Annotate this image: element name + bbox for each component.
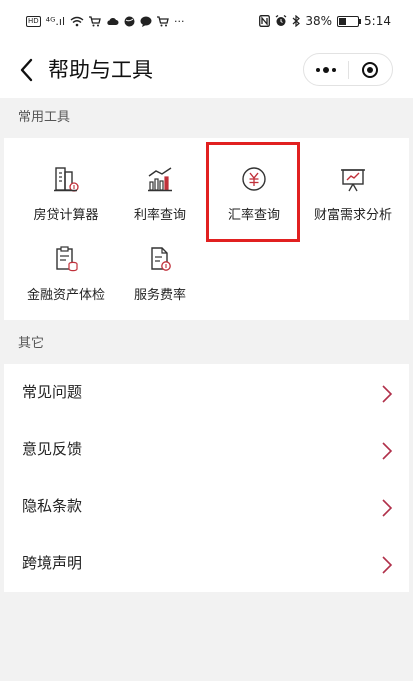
more-dots-icon bbox=[316, 66, 336, 73]
building-calculator-icon bbox=[54, 167, 79, 192]
list-item-label: 隐私条款 bbox=[22, 497, 83, 515]
bottom-empty-area bbox=[4, 592, 409, 681]
tool-asset-checkup[interactable]: 金融资产体检 bbox=[18, 244, 114, 324]
tool-label: 金融资产体检 bbox=[26, 288, 105, 303]
battery-icon bbox=[337, 15, 362, 27]
tool-service-fees[interactable]: 服务费率 bbox=[112, 244, 208, 324]
globe-icon bbox=[124, 16, 135, 26]
bluetooth-icon bbox=[292, 15, 301, 27]
nav-bar: 帮助与工具 bbox=[0, 42, 413, 98]
tool-label: 利率查询 bbox=[133, 208, 186, 223]
battery-percent: 38% bbox=[305, 14, 333, 28]
list-item-faq[interactable]: 常见问题 bbox=[4, 364, 409, 421]
alarm-icon bbox=[275, 15, 287, 26]
chevron-right-icon bbox=[382, 442, 393, 460]
highlight-box bbox=[206, 142, 300, 242]
list-item-feedback[interactable]: 意见反馈 bbox=[4, 421, 409, 478]
cloud-icon bbox=[107, 17, 119, 25]
chevron-right-icon bbox=[382, 499, 393, 517]
tool-label: 房贷计算器 bbox=[33, 208, 99, 223]
signal-icon: ⁴ᴳ.ıl bbox=[45, 14, 66, 28]
chevron-right-icon bbox=[382, 556, 393, 574]
chat-bubble-icon bbox=[140, 16, 152, 27]
other-section-header: 其它 bbox=[4, 324, 409, 364]
cart-icon-2 bbox=[157, 15, 169, 26]
document-fee-icon bbox=[151, 247, 171, 271]
clock-time: 5:14 bbox=[364, 14, 391, 28]
close-target-icon bbox=[362, 61, 379, 78]
cart-icon bbox=[89, 15, 101, 26]
tools-section-header: 常用工具 bbox=[4, 98, 409, 138]
wifi-icon bbox=[70, 16, 84, 26]
list-item-label: 常见问题 bbox=[22, 383, 83, 401]
chevron-right-icon bbox=[382, 385, 393, 403]
list-item-label: 意见反馈 bbox=[22, 440, 83, 458]
nfc-icon bbox=[259, 15, 271, 27]
close-mini-program-button[interactable] bbox=[349, 54, 392, 85]
status-right: 38% 5:14 bbox=[259, 0, 391, 42]
bar-chart-icon bbox=[148, 167, 172, 192]
list-item-privacy[interactable]: 隐私条款 bbox=[4, 478, 409, 535]
battery-fill bbox=[339, 17, 346, 25]
page-title: 帮助与工具 bbox=[48, 58, 153, 82]
status-bar: HD ⁴ᴳ.ıl ··· 38% 5:14 bbox=[0, 0, 413, 42]
clipboard-coins-icon bbox=[56, 246, 78, 272]
back-arrow-icon[interactable] bbox=[16, 56, 38, 84]
tool-interest-rate[interactable]: 利率查询 bbox=[112, 164, 208, 244]
more-menu-button[interactable] bbox=[304, 54, 348, 85]
hd-badge: HD bbox=[26, 15, 41, 27]
other-list: 常见问题 意见反馈 隐私条款 跨境声明 bbox=[4, 364, 409, 592]
tool-label: 服务费率 bbox=[133, 288, 186, 303]
mini-program-capsule bbox=[303, 53, 393, 86]
list-item-cross-border[interactable]: 跨境声明 bbox=[4, 535, 409, 592]
tool-mortgage-calculator[interactable]: 房贷计算器 bbox=[18, 164, 114, 244]
tool-label: 财富需求分析 bbox=[313, 208, 392, 223]
tool-wealth-analysis[interactable]: 财富需求分析 bbox=[300, 164, 406, 244]
presentation-chart-icon bbox=[341, 169, 365, 192]
list-item-label: 跨境声明 bbox=[22, 554, 83, 572]
status-left: HD ⁴ᴳ.ıl ··· bbox=[26, 0, 185, 42]
more-notifications-icon: ··· bbox=[174, 14, 185, 28]
